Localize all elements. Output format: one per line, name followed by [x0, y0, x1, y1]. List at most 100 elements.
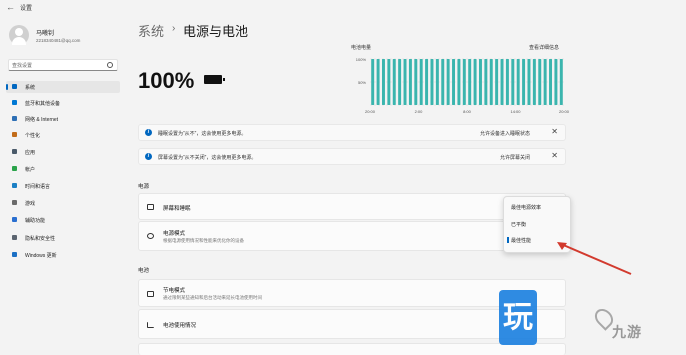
chart-details-link[interactable]: 查看详细信息: [529, 44, 559, 51]
chart-bar: [549, 59, 553, 105]
close-icon[interactable]: ✕: [551, 151, 558, 160]
chart-bar: [462, 59, 466, 105]
accessibility-icon: [12, 217, 17, 222]
chart-bar: [489, 59, 493, 105]
sidebar-item-label: 个性化: [25, 132, 41, 139]
allow-sleep-link[interactable]: 允许设备进入睡眠状态: [480, 130, 530, 137]
chart-bar: [484, 59, 488, 105]
app-title: 设置: [20, 6, 33, 12]
title-bar: ← 设置: [0, 0, 686, 14]
sidebar-item-label: 网络 & Internet: [25, 116, 59, 123]
chart-bar: [500, 59, 504, 105]
gamepad-icon: [12, 200, 17, 205]
sidebar-item-1[interactable]: 蓝牙和其他设备: [6, 97, 120, 109]
avatar[interactable]: [9, 25, 29, 45]
sidebar-item-0[interactable]: 系统: [6, 81, 120, 93]
info-icon: i: [145, 153, 152, 160]
page-title: 电源与电池: [183, 24, 249, 39]
brush-icon: [12, 132, 17, 137]
sidebar-item-4[interactable]: 应用: [6, 146, 120, 158]
chart-bar: [495, 59, 499, 105]
card-title: 电池使用情况: [163, 323, 197, 329]
menu-option-best-performance[interactable]: 最佳性能: [511, 237, 531, 244]
chart-bar: [381, 59, 385, 105]
active-indicator: [6, 84, 8, 90]
y-tick-label: 50%: [358, 80, 366, 85]
sidebar-item-label: 辅助功能: [25, 217, 46, 224]
chart-bar: [511, 59, 515, 105]
close-icon[interactable]: ✕: [551, 127, 558, 136]
power-mode-icon: [147, 233, 154, 239]
wifi-icon: [12, 116, 17, 121]
y-tick-label: 100%: [356, 57, 367, 62]
sidebar-item-8[interactable]: 辅助功能: [6, 214, 120, 226]
sidebar-item-label: 时间和语言: [25, 183, 51, 190]
search-placeholder: 查找设置: [12, 63, 33, 69]
sidebar-item-10[interactable]: Windows 更新: [6, 249, 120, 261]
user-name: 马曦钊: [36, 31, 55, 37]
chart-bar: [478, 59, 482, 105]
chart-title: 电池电量: [351, 45, 372, 51]
chart-bar: [441, 59, 445, 105]
sidebar-item-6[interactable]: 时间和语言: [6, 180, 120, 192]
chart-bar: [392, 59, 396, 105]
sidebar-item-5[interactable]: 帐户: [6, 163, 120, 175]
power-mode-card[interactable]: 电源模式 根据电源使用情况和性能来优化你的设备: [138, 221, 566, 251]
sidebar-item-label: 游戏: [25, 200, 36, 207]
chart-bar: [457, 59, 461, 105]
card-title: 电源模式: [163, 231, 186, 237]
menu-option-balanced[interactable]: 已平衡: [511, 221, 526, 228]
chart-icon: [147, 322, 154, 328]
section-power-heading: 电源: [138, 184, 150, 190]
sidebar-item-label: 蓝牙和其他设备: [25, 100, 61, 107]
card-subtitle: 根据电源使用情况和性能来优化你的设备: [163, 238, 244, 243]
sidebar-item-2[interactable]: 网络 & Internet: [6, 113, 120, 125]
back-button[interactable]: ←: [6, 2, 15, 12]
breadcrumb-parent[interactable]: 系统: [138, 21, 164, 40]
sidebar-item-label: 隐私和安全性: [25, 235, 56, 242]
banner-text: 睡眠设置为“从不”，这会使用更多电源。: [158, 130, 247, 137]
chart-bar: [543, 59, 547, 105]
chart-bar: [430, 59, 434, 105]
watermark-logo: 玩: [499, 290, 537, 345]
chart-bar: [446, 59, 450, 105]
sidebar-item-label: 系统: [25, 84, 36, 91]
chart-bar: [425, 59, 429, 105]
shield-icon: [12, 235, 17, 240]
sidebar-item-9[interactable]: 隐私和安全性: [6, 232, 120, 244]
search-icon: [107, 62, 113, 68]
info-icon: i: [145, 129, 152, 136]
globe-icon: [12, 183, 17, 188]
search-input[interactable]: 查找设置: [8, 59, 118, 71]
sidebar-item-3[interactable]: 个性化: [6, 129, 120, 141]
allow-screen-off-link[interactable]: 允许屏幕关闭: [500, 154, 530, 161]
chart-bar: [532, 59, 536, 105]
chart-bar: [473, 59, 477, 105]
apps-icon: [12, 149, 17, 154]
battery-percent: 100%: [138, 68, 195, 93]
sleep-warning-banner: i 睡眠设置为“从不”，这会使用更多电源。 允许设备进入睡眠状态 ✕: [138, 124, 566, 141]
battery-full-icon: [204, 75, 225, 84]
card-title: 屏幕和睡眠: [163, 206, 191, 212]
watermark-text: 九游: [612, 324, 642, 340]
monitor-sleep-icon: [147, 204, 154, 210]
chart-bar: [505, 59, 509, 105]
selected-indicator: [507, 237, 509, 243]
chart-bar: [554, 59, 558, 105]
banner-text: 屏幕设置为“从不关闭”，这会使用更多电源。: [158, 154, 257, 161]
chart-bar: [538, 59, 542, 105]
bluetooth-icon: [12, 100, 17, 105]
screen-warning-banner: i 屏幕设置为“从不关闭”，这会使用更多电源。 允许屏幕关闭 ✕: [138, 148, 566, 165]
arrow-line: [560, 243, 632, 275]
sidebar-item-7[interactable]: 游戏: [6, 197, 120, 209]
x-tick-label: 8:00: [463, 109, 472, 114]
chart-bar: [387, 59, 391, 105]
chart-bar: [452, 59, 456, 105]
menu-option-best-efficiency[interactable]: 最佳电源效率: [511, 204, 541, 211]
chart-bar: [468, 59, 472, 105]
account-icon: [12, 166, 17, 171]
chart-bar: [527, 59, 531, 105]
chart-bar: [376, 59, 380, 105]
screen-sleep-card[interactable]: 屏幕和睡眠: [138, 193, 566, 220]
chart-bar: [398, 59, 402, 105]
